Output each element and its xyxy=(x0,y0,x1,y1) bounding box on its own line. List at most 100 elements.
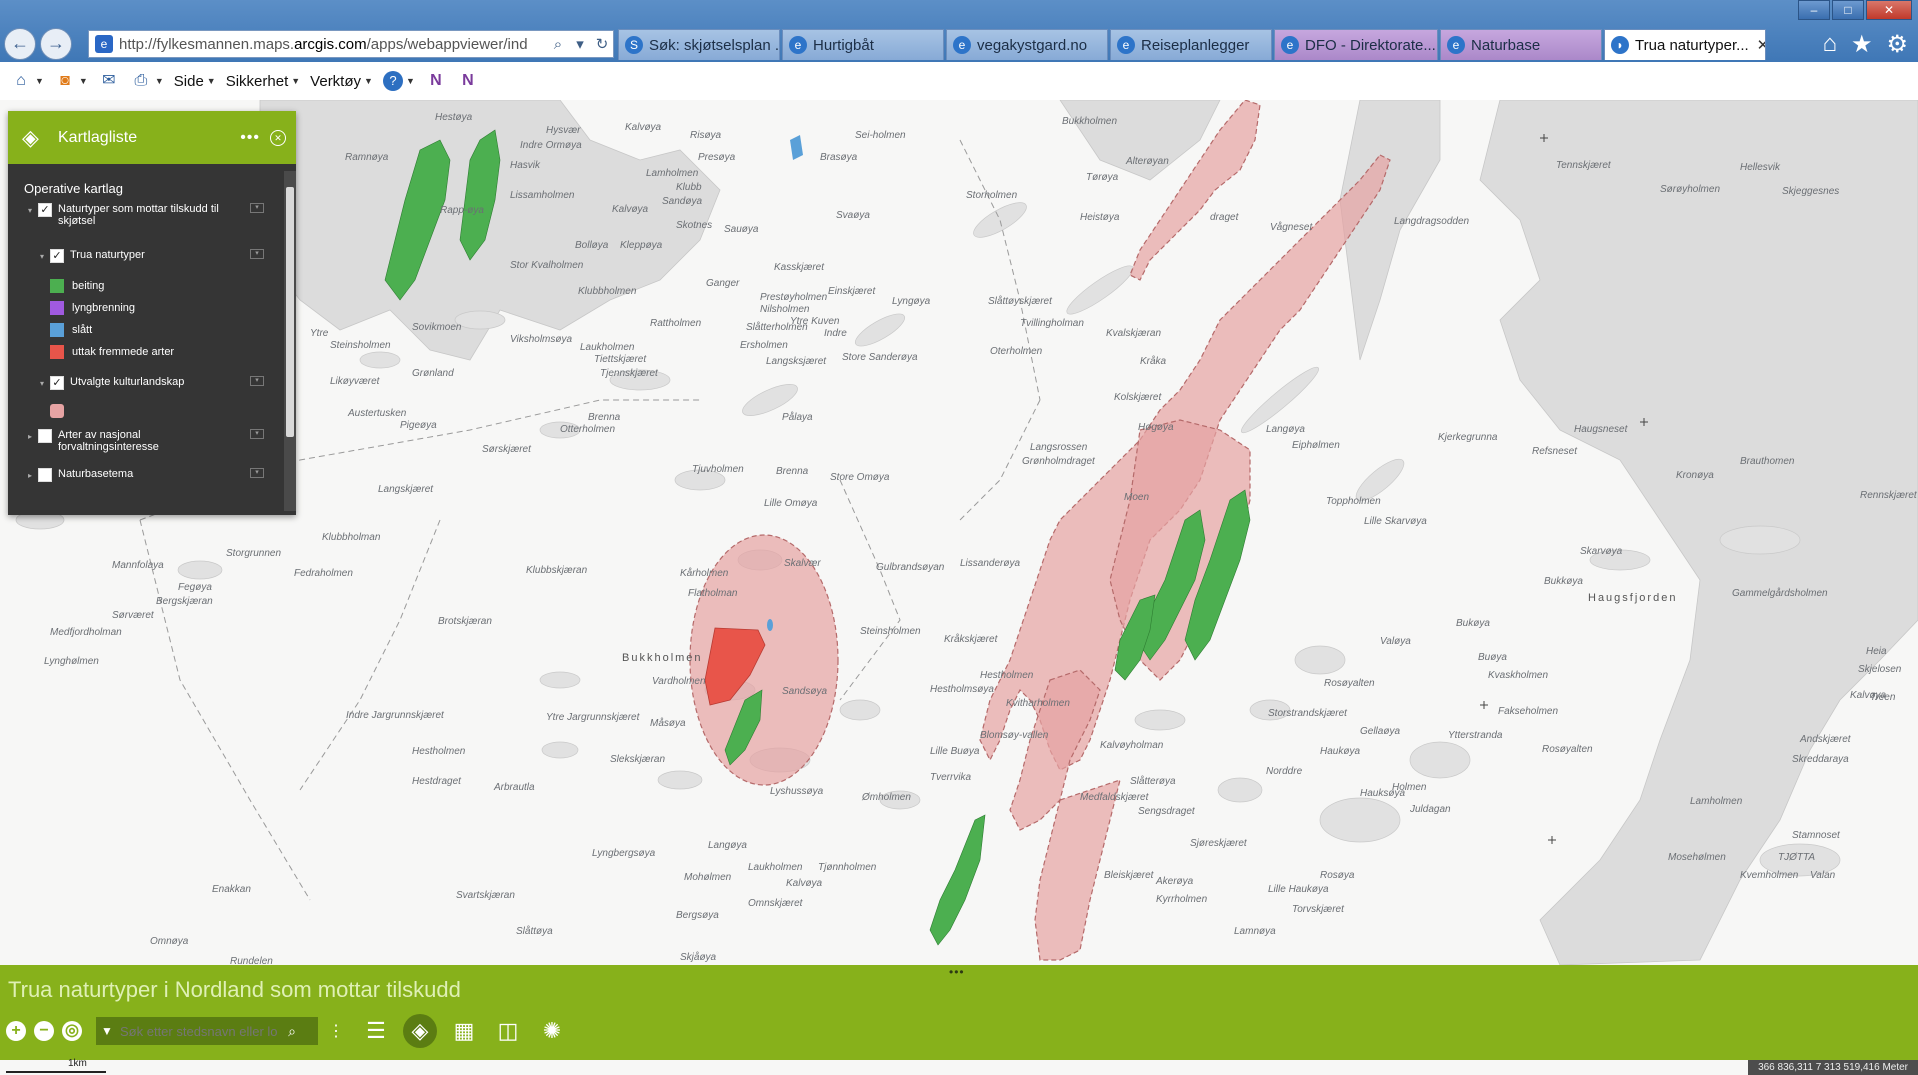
basemap-gallery-icon[interactable]: ▦ xyxy=(447,1014,481,1048)
onenote-button[interactable]: N xyxy=(425,70,447,92)
map-label: Ganger xyxy=(706,278,740,289)
layer-row-utvalgte-kulturlandskap[interactable]: ▾ ✓ Utvalgte kulturlandskap ▾ xyxy=(40,376,264,390)
map-label: Ømholmen xyxy=(862,792,911,803)
layer-menu-icon[interactable]: ▾ xyxy=(250,203,264,213)
close-window-icon[interactable]: ✕ xyxy=(1866,0,1912,20)
feeds-button[interactable]: ◙ ▼ xyxy=(54,70,88,92)
my-location-icon[interactable]: ◎ xyxy=(62,1021,82,1041)
map-label: Kråkskjæret xyxy=(944,634,998,645)
layer-checkbox[interactable]: ✓ xyxy=(38,203,52,217)
map-label: Viksholmsøya xyxy=(510,334,573,345)
search-icon[interactable]: ⌕ xyxy=(547,36,569,53)
map-label: Alterøyan xyxy=(1126,156,1169,167)
layer-menu-icon[interactable]: ▾ xyxy=(250,468,264,478)
maximize-icon[interactable]: □ xyxy=(1832,0,1864,20)
forward-icon[interactable]: → xyxy=(40,28,72,60)
map-label: Holmen xyxy=(1392,782,1427,793)
expand-icon[interactable]: ▾ xyxy=(40,252,50,261)
url-text[interactable]: http://fylkesmannen.maps.arcgis.com/apps… xyxy=(119,36,547,53)
map-footer: 1km 366 836,311 7 313 519,416 Meter xyxy=(0,1058,1918,1075)
search-icon[interactable]: ⌕ xyxy=(282,1023,302,1040)
layer-checkbox[interactable] xyxy=(38,429,52,443)
layer-list-scrollbar[interactable] xyxy=(284,171,296,511)
close-panel-icon[interactable]: ✕ xyxy=(270,129,286,146)
side-menu[interactable]: Side ▼ xyxy=(174,73,216,90)
verktoy-menu[interactable]: Verktøy ▼ xyxy=(310,73,373,90)
expand-icon[interactable]: ▾ xyxy=(28,206,38,215)
map-label: Juldagan xyxy=(1410,804,1451,815)
map-label: Stamnoset xyxy=(1792,830,1840,841)
mail-button[interactable]: ✉ xyxy=(98,70,120,92)
tab-dfo[interactable]: e DFO - Direktorate... xyxy=(1274,29,1438,60)
search-input[interactable] xyxy=(118,1022,282,1040)
layer-row-naturtyper[interactable]: ▾ ✓ Naturtyper som mottar tilskudd til s… xyxy=(28,203,264,227)
onenote-linked-button[interactable]: N xyxy=(457,70,479,92)
map-label: Lille Haukøya xyxy=(1268,884,1329,895)
share-icon[interactable]: ✺ xyxy=(535,1014,569,1048)
tab-trua-naturtyper[interactable]: ◗Trua naturtyper...✕ xyxy=(1604,29,1766,60)
slatt-area xyxy=(790,135,803,160)
settings-gear-icon[interactable]: ⚙ xyxy=(1886,30,1908,59)
close-tab-icon[interactable]: ✕ xyxy=(1757,36,1765,54)
print-button[interactable]: ⎙ ▼ xyxy=(130,70,163,92)
legend-list-icon[interactable]: ☰ xyxy=(359,1014,393,1048)
legend-swatch xyxy=(50,323,64,337)
favorites-star-icon[interactable]: ★ xyxy=(1851,30,1873,59)
islet xyxy=(454,310,506,330)
map-label: Ytre Jargrunnskjæret xyxy=(546,712,640,723)
layer-list-icon[interactable]: ◈ xyxy=(403,1014,437,1048)
legend-item-beiting: beiting xyxy=(50,279,104,293)
layer-checkbox[interactable] xyxy=(38,468,52,482)
search-source-dropdown-icon[interactable]: ▼ xyxy=(96,1024,118,1038)
section-title: Operative kartlag xyxy=(24,181,123,196)
expand-icon[interactable]: ▾ xyxy=(40,379,50,388)
panel-handle-icon[interactable]: ••• xyxy=(949,965,965,979)
home-button[interactable]: ⌂ ▼ xyxy=(10,70,44,92)
layer-row-naturbasetema[interactable]: ▸ Naturbasetema ▾ xyxy=(28,468,264,482)
islet xyxy=(1319,797,1401,843)
map-label: Store Sanderøya xyxy=(842,352,918,363)
tab-strip: S Søk: skjøtselsplan ... e Hurtigbåt e vega… xyxy=(618,29,1768,60)
scrollbar-thumb[interactable] xyxy=(286,187,294,437)
zoom-out-icon[interactable]: − xyxy=(34,1021,54,1041)
refresh-icon[interactable]: ↻ xyxy=(591,35,613,53)
layer-label: Naturtyper som mottar tilskudd til skjøt… xyxy=(58,203,219,227)
map-label: Brotskjæran xyxy=(438,616,492,627)
map-label: Bergsøya xyxy=(676,910,719,921)
layer-label: Trua naturtyper xyxy=(70,249,145,261)
back-icon[interactable]: ← xyxy=(4,28,36,60)
map-label: Bukkholmen xyxy=(1062,116,1118,127)
tab-reiseplanlegger[interactable]: e Reiseplanlegger xyxy=(1110,29,1272,60)
search-box[interactable]: ▼ ⌕ xyxy=(96,1017,318,1045)
expand-icon[interactable]: ▸ xyxy=(28,471,38,480)
layer-checkbox[interactable]: ✓ xyxy=(50,249,64,263)
layer-menu-icon[interactable]: ▾ xyxy=(250,429,264,439)
map-label: Lille Omøya xyxy=(764,498,818,509)
map-label: Hestholmen xyxy=(412,746,466,757)
map-label: Grønland xyxy=(412,368,454,379)
tab-hurtigbat[interactable]: e Hurtigbåt xyxy=(782,29,944,60)
tab-skjotselsplan[interactable]: S Søk: skjøtselsplan ... xyxy=(618,29,780,60)
swipe-icon[interactable]: ◫ xyxy=(491,1014,525,1048)
onenote-linked-icon: N xyxy=(462,72,474,89)
more-options-icon[interactable]: ••• xyxy=(240,129,260,147)
tab-vegakystgard[interactable]: e vegakystgard.no xyxy=(946,29,1108,60)
map-label: Medfjordholman xyxy=(50,627,122,638)
tab-naturbase[interactable]: e Naturbase xyxy=(1440,29,1602,60)
layer-row-trua-naturtyper[interactable]: ▾ ✓ Trua naturtyper ▾ xyxy=(40,249,264,263)
expand-icon[interactable]: ▸ xyxy=(28,432,38,441)
minimize-icon[interactable]: – xyxy=(1798,0,1830,20)
map-label: Otterholmen xyxy=(560,424,616,435)
help-button[interactable]: ? ▼ xyxy=(382,71,415,91)
layer-checkbox[interactable]: ✓ xyxy=(50,376,64,390)
layer-row-arter[interactable]: ▸ Arter av nasjonal forvaltningsinteress… xyxy=(28,429,264,453)
home-icon[interactable]: ⌂ xyxy=(1822,30,1837,59)
map-label: Kalvøya xyxy=(625,122,662,133)
address-bar[interactable]: e http://fylkesmannen.maps.arcgis.com/ap… xyxy=(88,30,614,58)
islet xyxy=(359,351,401,369)
zoom-in-icon[interactable]: + xyxy=(6,1021,26,1041)
dropdown-icon[interactable]: ▾ xyxy=(569,35,591,53)
layer-menu-icon[interactable]: ▾ xyxy=(250,376,264,386)
sikkerhet-menu[interactable]: Sikkerhet ▼ xyxy=(226,73,300,90)
layer-menu-icon[interactable]: ▾ xyxy=(250,249,264,259)
